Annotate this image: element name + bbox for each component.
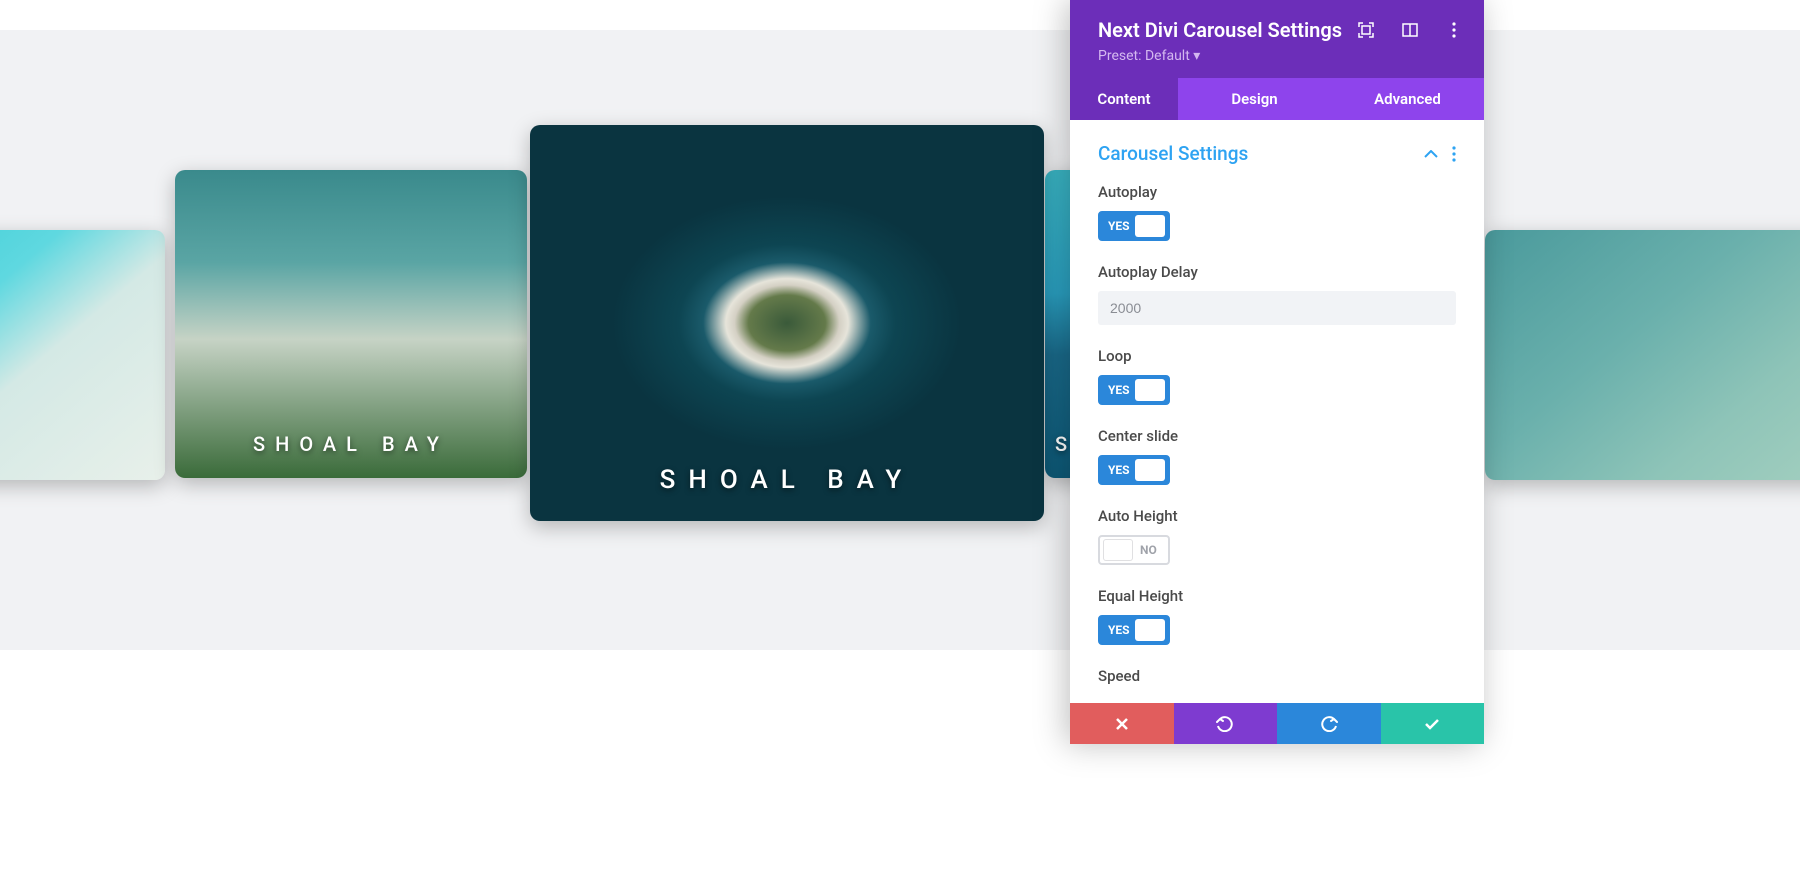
section-title: Carousel Settings xyxy=(1098,142,1248,165)
toggle-state: YES xyxy=(1108,219,1130,233)
autoplay-toggle[interactable]: YES xyxy=(1098,211,1170,241)
field-loop: Loop YES xyxy=(1098,347,1456,405)
carousel: HOAL BAY SHOAL BAY SH SHOAL BAY xyxy=(0,30,1800,650)
panel-tabs: Content Design Advanced xyxy=(1070,78,1484,120)
field-label: Autoplay xyxy=(1098,183,1456,201)
undo-button[interactable] xyxy=(1174,703,1278,744)
field-label: Speed xyxy=(1098,667,1456,685)
field-label: Autoplay Delay xyxy=(1098,263,1456,281)
more-vertical-icon[interactable] xyxy=(1452,146,1456,162)
toggle-knob xyxy=(1135,619,1165,641)
field-label: Equal Height xyxy=(1098,587,1456,605)
equal-height-toggle[interactable]: YES xyxy=(1098,615,1170,645)
toggle-knob xyxy=(1135,215,1165,237)
toggle-knob xyxy=(1103,539,1133,561)
cancel-button[interactable] xyxy=(1070,703,1174,744)
carousel-preview-area: HOAL BAY SHOAL BAY SH SHOAL BAY xyxy=(0,30,1800,650)
center-slide-toggle[interactable]: YES xyxy=(1098,455,1170,485)
toggle-state: YES xyxy=(1108,463,1130,477)
autoplay-delay-input[interactable] xyxy=(1098,291,1456,325)
panel-title: Next Divi Carousel Settings xyxy=(1098,18,1342,42)
more-vertical-icon[interactable] xyxy=(1446,22,1462,38)
toggle-knob xyxy=(1135,459,1165,481)
slide-label: SHOAL BAY xyxy=(175,432,527,456)
field-label: Center slide xyxy=(1098,427,1456,445)
loop-toggle[interactable]: YES xyxy=(1098,375,1170,405)
carousel-slide-center[interactable]: SHOAL BAY xyxy=(530,125,1044,521)
undo-icon xyxy=(1216,716,1234,732)
preset-label: Preset: xyxy=(1098,48,1142,64)
toggle-state: YES xyxy=(1108,623,1130,637)
panel-body: Carousel Settings Autoplay YES xyxy=(1070,120,1484,703)
field-auto-height: Auto Height NO xyxy=(1098,507,1456,565)
field-speed: Speed xyxy=(1098,667,1456,685)
field-center-slide: Center slide YES xyxy=(1098,427,1456,485)
chevron-up-icon[interactable] xyxy=(1424,150,1438,158)
tab-advanced[interactable]: Advanced xyxy=(1331,78,1484,120)
panel-footer xyxy=(1070,703,1484,744)
redo-button[interactable] xyxy=(1277,703,1381,744)
field-autoplay-delay: Autoplay Delay xyxy=(1098,263,1456,325)
toggle-state: NO xyxy=(1140,543,1157,557)
carousel-slide[interactable]: SHOAL BAY xyxy=(175,170,527,478)
preset-selector[interactable]: Preset: Default ▾ xyxy=(1098,48,1462,64)
tab-design[interactable]: Design xyxy=(1178,78,1331,120)
field-equal-height: Equal Height YES xyxy=(1098,587,1456,645)
panel-header[interactable]: Next Divi Carousel Settings xyxy=(1070,0,1484,78)
preset-value: Default xyxy=(1145,48,1190,64)
redo-icon xyxy=(1320,716,1338,732)
snap-icon[interactable] xyxy=(1402,22,1418,38)
slide-label: HOAL BAY xyxy=(0,446,165,462)
check-icon xyxy=(1424,718,1440,730)
carousel-slide[interactable]: HOAL BAY xyxy=(0,230,165,480)
carousel-slide[interactable] xyxy=(1485,230,1800,480)
toggle-knob xyxy=(1135,379,1165,401)
close-icon xyxy=(1115,717,1129,731)
tab-content[interactable]: Content xyxy=(1070,78,1178,120)
section-header[interactable]: Carousel Settings xyxy=(1098,142,1456,165)
settings-panel: Next Divi Carousel Settings xyxy=(1070,0,1484,744)
field-label: Auto Height xyxy=(1098,507,1456,525)
chevron-down-icon: ▾ xyxy=(1193,48,1200,64)
toggle-state: YES xyxy=(1108,383,1130,397)
field-label: Loop xyxy=(1098,347,1456,365)
auto-height-toggle[interactable]: NO xyxy=(1098,535,1170,565)
field-autoplay: Autoplay YES xyxy=(1098,183,1456,241)
save-button[interactable] xyxy=(1381,703,1485,744)
slide-label: SHOAL BAY xyxy=(530,465,1044,495)
expand-icon[interactable] xyxy=(1358,22,1374,38)
